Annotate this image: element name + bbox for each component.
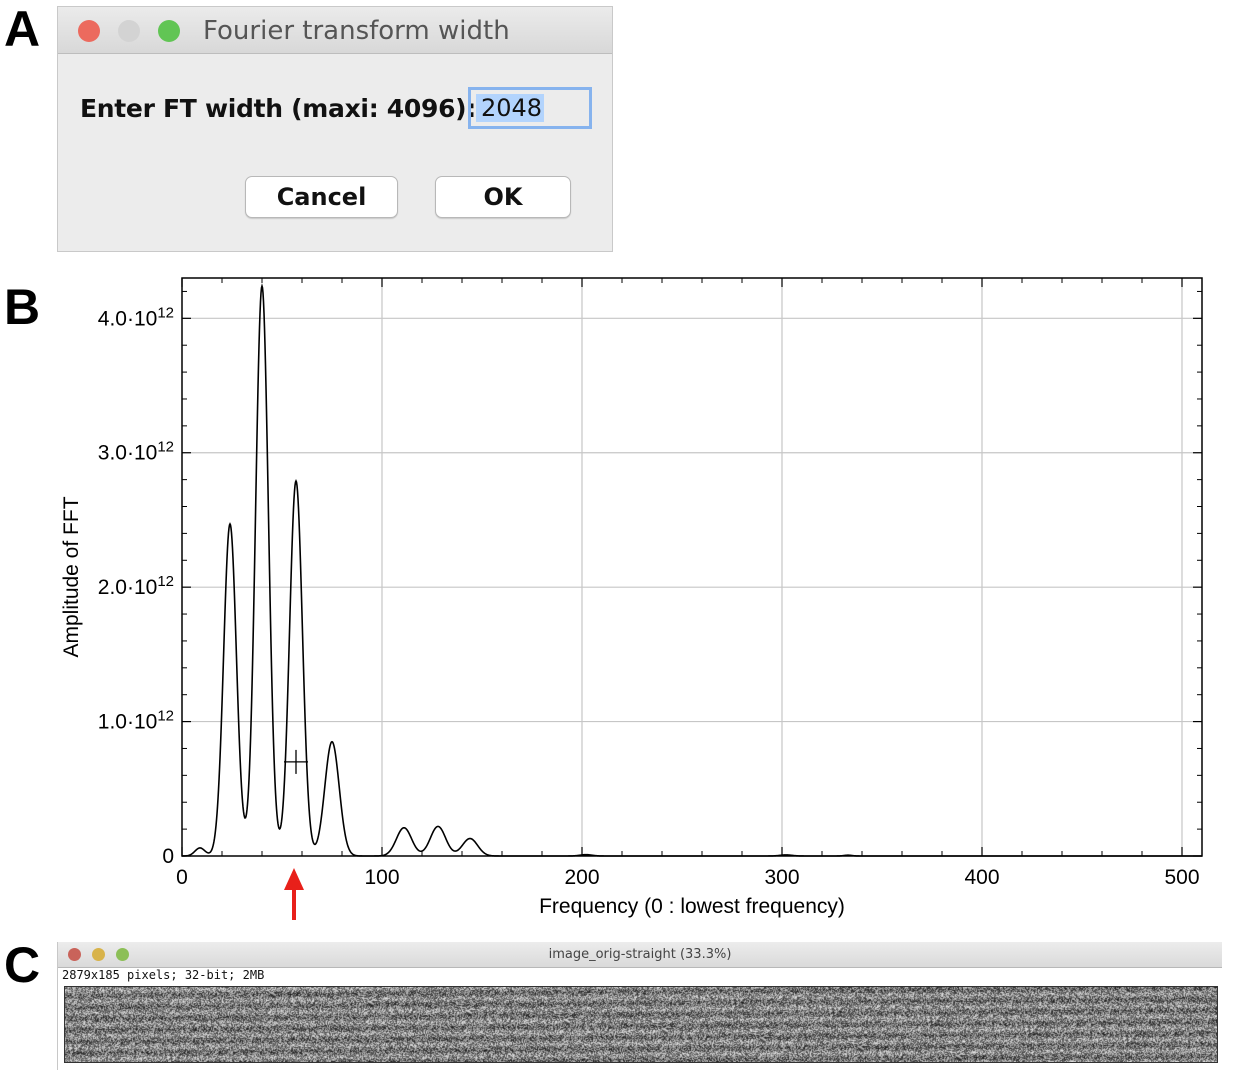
fft-plot-svg: 0 100 200 300 400 500 0 1.0·1012 2.0·1012 3.0·101…: [60, 277, 1203, 920]
y-tick-label: 4.0·1012: [98, 304, 174, 330]
fourier-width-dialog: Fourier transform width Enter FT width (…: [57, 6, 613, 252]
image-window-title: image_orig-straight (33.3%): [548, 947, 732, 962]
zoom-window-button[interactable]: [158, 20, 180, 42]
y-tick-label: 2.0·1012: [98, 573, 174, 599]
close-window-button[interactable]: [78, 20, 100, 42]
panel-label-a: A: [4, 1, 41, 57]
x-tick-label: 100: [364, 866, 399, 889]
crosshair-cursor-marker: [284, 749, 308, 774]
x-tick-label: 500: [1164, 866, 1199, 889]
image-window-titlebar: image_orig-straight (33.3%): [58, 942, 1222, 968]
y-tick-label: 3.0·1012: [98, 439, 174, 465]
panel-label-c: C: [4, 937, 41, 993]
minimize-window-button[interactable]: [118, 20, 140, 42]
x-tick-label: 300: [764, 866, 799, 889]
image-info-text: 2879x185 pixels; 32-bit; 2MB: [62, 968, 265, 982]
x-tick-label: 400: [964, 866, 999, 889]
y-axis-label: Amplitude of FFT: [60, 496, 83, 657]
arrow-head: [284, 868, 304, 890]
x-axis-label: Frequency (0 : lowest frequency): [539, 895, 845, 918]
ft-width-label: Enter FT width (maxi: 4096):: [80, 94, 477, 123]
x-tick-label: 0: [176, 866, 188, 889]
ok-button[interactable]: OK: [435, 176, 571, 218]
fft-amplitude-curve: [181, 283, 1202, 857]
ft-width-input[interactable]: 2048: [468, 87, 592, 129]
dialog-titlebar: Fourier transform width: [58, 7, 612, 54]
microscopy-image[interactable]: [64, 986, 1218, 1063]
y-tick-label: 0: [162, 845, 174, 868]
cancel-button[interactable]: Cancel: [245, 176, 398, 218]
y-tick-label: 1.0·1012: [98, 708, 174, 734]
fft-plot: 0 100 200 300 400 500 0 1.0·1012 2.0·1012 3.0·101…: [0, 260, 1238, 930]
x-tick-label: 200: [564, 866, 599, 889]
image-window: image_orig-straight (33.3%) 2879x185 pix…: [57, 942, 1222, 1070]
dialog-title: Fourier transform width: [203, 16, 510, 46]
plot-frame: [181, 277, 1203, 857]
red-arrow-indicator: [284, 868, 304, 920]
